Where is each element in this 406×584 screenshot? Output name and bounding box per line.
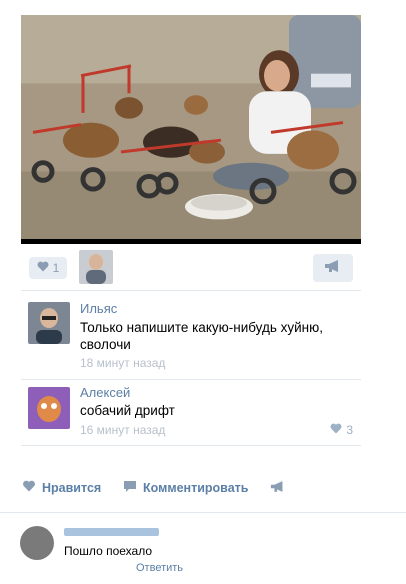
- comment-author[interactable]: Алексей: [80, 385, 130, 400]
- comment-label: Комментировать: [143, 481, 249, 495]
- heart-icon: [37, 261, 49, 275]
- reply-comment: Пошло поехало Ответить: [0, 513, 406, 584]
- megaphone-icon: [324, 259, 342, 278]
- comments-list: Ильяс Только напишите какую-нибудь хуйню…: [21, 290, 361, 446]
- like-label: Нравится: [42, 480, 102, 495]
- comment-time[interactable]: 18 минут назад: [80, 356, 165, 370]
- share-button[interactable]: [270, 480, 286, 496]
- reply-author-redacted: [64, 528, 159, 536]
- liker-avatar[interactable]: [79, 250, 113, 284]
- comment-item: Алексей собачий дрифт 16 минут назад 3: [21, 379, 361, 446]
- comment-text: собачий дрифт: [80, 403, 175, 418]
- heart-icon: [330, 423, 342, 437]
- comment-icon: [123, 480, 137, 496]
- bottom-action-bar: Нравится Комментировать: [0, 476, 406, 504]
- post-photo[interactable]: [21, 15, 361, 244]
- share-button[interactable]: [313, 254, 353, 282]
- comment-like-button[interactable]: 3: [330, 423, 353, 437]
- comment-likes-count: 3: [346, 423, 353, 437]
- reply-avatar[interactable]: [20, 526, 54, 560]
- comment-avatar[interactable]: [28, 302, 70, 344]
- reply-link[interactable]: Ответить: [136, 562, 183, 574]
- comment-text: Только напишите какую-нибудь хуйню, свол…: [80, 320, 324, 352]
- post-like-button[interactable]: 1: [29, 257, 67, 279]
- megaphone-icon: [270, 480, 286, 496]
- like-button[interactable]: Нравится: [22, 480, 101, 495]
- comment-item: Ильяс Только напишите какую-нибудь хуйню…: [21, 291, 361, 380]
- reply-text: Пошло поехало: [64, 544, 153, 558]
- comment-button[interactable]: Комментировать: [123, 480, 248, 496]
- post-likes-count: 1: [52, 261, 60, 275]
- post-actions: 1: [21, 250, 361, 286]
- heart-icon: [22, 480, 36, 495]
- comment-author[interactable]: Ильяс: [80, 301, 117, 316]
- comment-avatar[interactable]: [28, 387, 70, 429]
- comment-time[interactable]: 16 минут назад: [80, 423, 165, 437]
